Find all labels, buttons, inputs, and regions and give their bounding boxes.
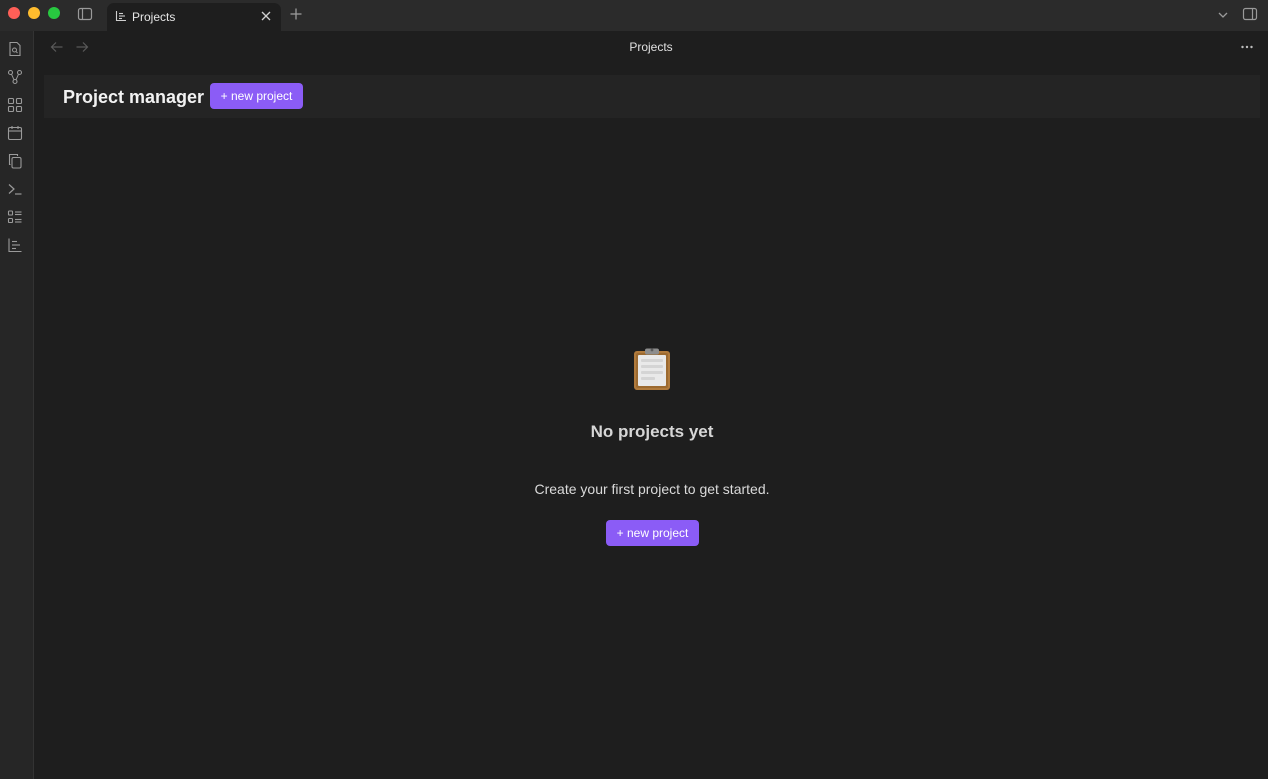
calendar-icon[interactable] (7, 125, 23, 141)
title-bar: Projects (0, 0, 1268, 31)
new-tab-icon[interactable] (289, 7, 303, 21)
clipboard-icon (634, 348, 670, 390)
list-icon[interactable] (7, 209, 23, 225)
terminal-icon[interactable] (7, 181, 23, 197)
canvas-icon[interactable] (7, 97, 23, 113)
view-title: Projects (629, 40, 673, 54)
project-manager-header: Project manager + new project (44, 75, 1260, 118)
empty-state-title: No projects yet (590, 422, 714, 441)
new-project-button[interactable]: + new project (210, 83, 303, 109)
tab-label: Projects (132, 10, 176, 24)
new-note-icon[interactable] (7, 41, 23, 57)
copy-icon[interactable] (7, 153, 23, 169)
window-maximize-button[interactable] (48, 7, 60, 19)
window-minimize-button[interactable] (28, 7, 40, 19)
chevron-down-icon[interactable] (1217, 9, 1229, 21)
window-close-button[interactable] (8, 7, 20, 19)
empty-state-new-project-button[interactable]: + new project (606, 520, 699, 546)
graph-view-icon[interactable] (7, 69, 23, 85)
left-sidebar-toggle-icon[interactable] (77, 6, 93, 22)
projects-icon (115, 11, 126, 22)
empty-state-description: Create your first project to get started… (534, 481, 770, 497)
close-icon[interactable] (260, 10, 272, 22)
right-sidebar-toggle-icon[interactable] (1242, 6, 1258, 22)
projects-icon[interactable] (7, 237, 23, 253)
more-options-icon[interactable] (1240, 40, 1254, 54)
ribbon (0, 31, 34, 779)
page-title: Project manager (63, 87, 205, 107)
tab-projects[interactable]: Projects (107, 3, 281, 31)
